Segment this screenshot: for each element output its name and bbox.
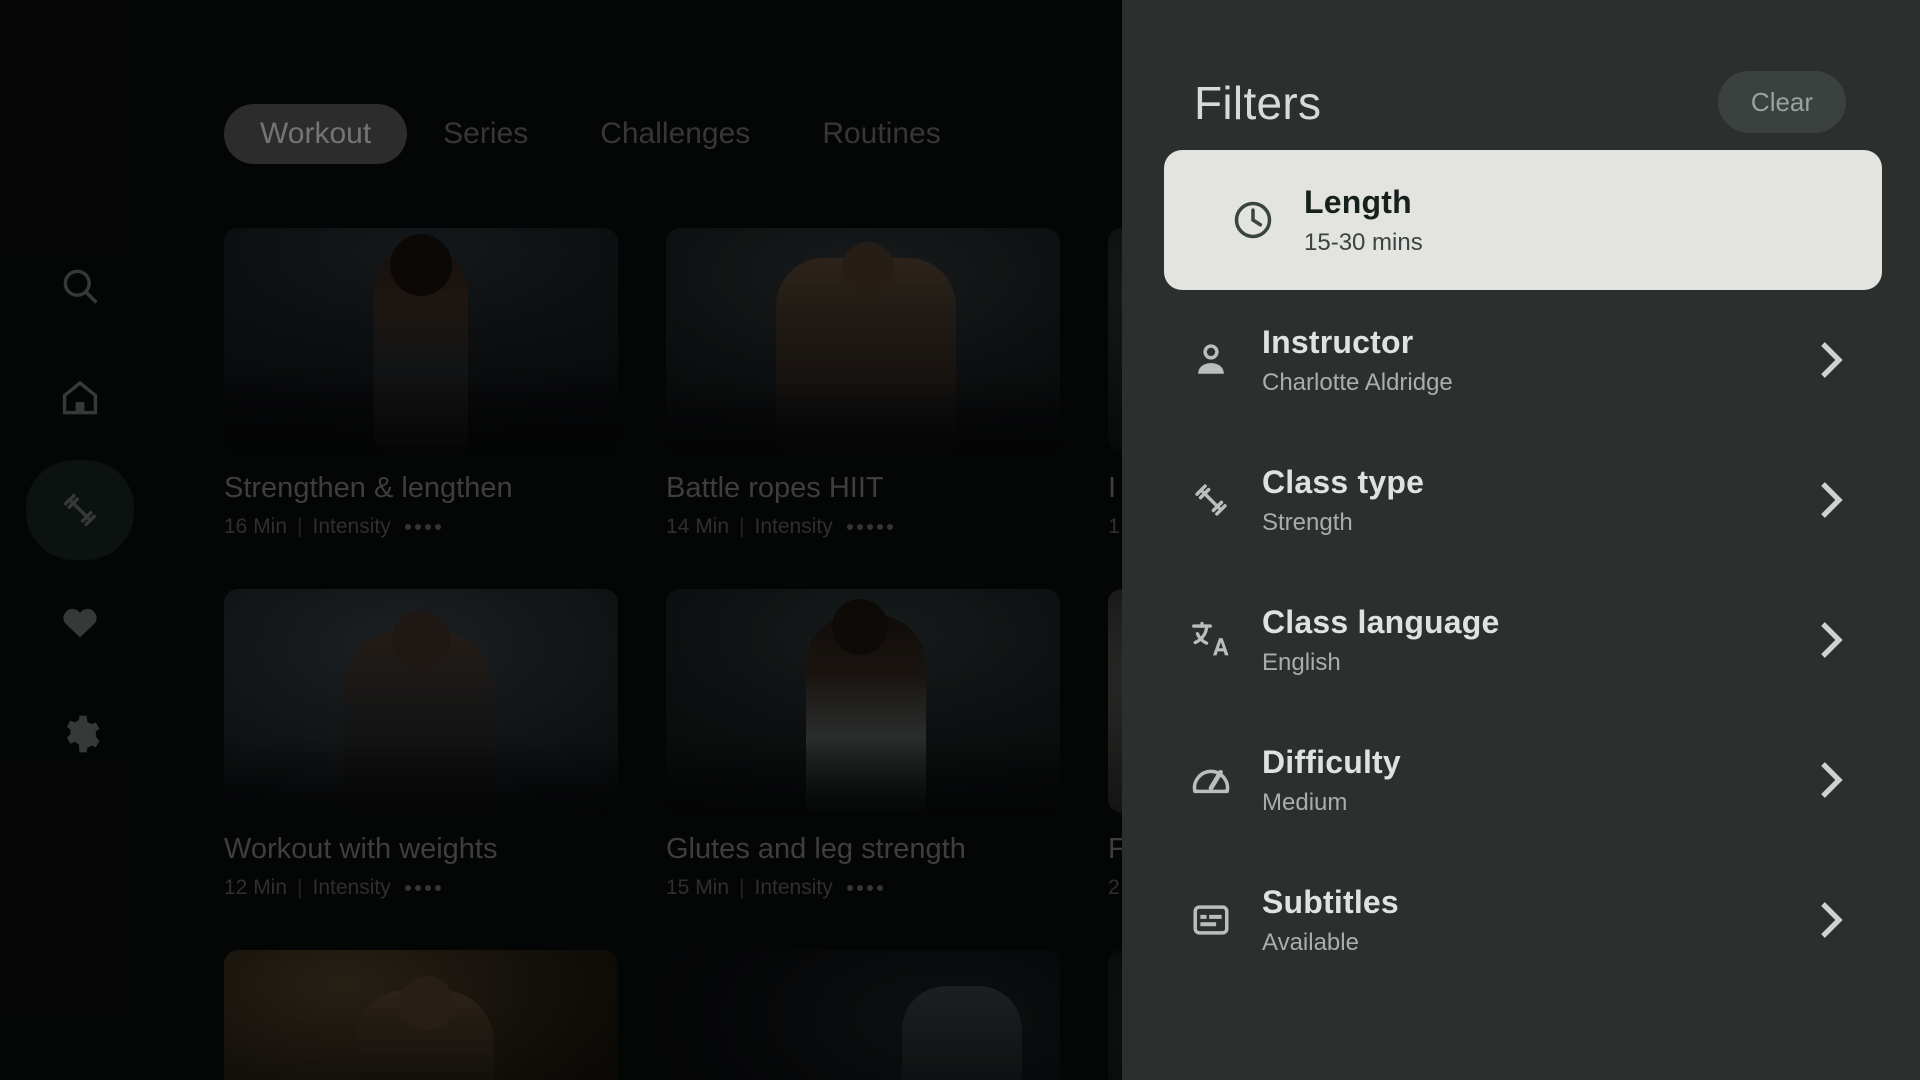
sidebar-item-home[interactable] [26, 344, 134, 452]
translate-icon [1180, 618, 1242, 662]
tab-bar: Workout Series Challenges Routines [224, 104, 977, 164]
meta-separator: | [297, 876, 303, 899]
workout-thumbnail [666, 589, 1060, 813]
chevron-right-icon [1814, 900, 1848, 940]
chevron-right-icon [1814, 620, 1848, 660]
intensity-dots [404, 524, 441, 530]
tab-workout[interactable]: Workout [224, 104, 408, 164]
filter-text: Difficulty Medium [1262, 744, 1814, 817]
filter-row-subtitles[interactable]: Subtitles Available [1122, 850, 1920, 990]
tab-routines[interactable]: Routines [786, 104, 976, 164]
meta-separator: | [739, 876, 745, 899]
clear-button[interactable]: Clear [1718, 71, 1846, 133]
intensity-label: Intensity [754, 515, 833, 538]
intensity-dots [846, 885, 883, 891]
app-root: Workout Series Challenges Routines Stren… [0, 0, 1920, 1080]
workout-duration: 2 [1108, 876, 1120, 899]
filter-row-difficulty[interactable]: Difficulty Medium [1122, 710, 1920, 850]
filter-value: 15-30 mins [1304, 228, 1423, 256]
meta-separator: | [297, 515, 303, 538]
page-title: Filters [1194, 77, 1322, 129]
filter-value: Strength [1262, 508, 1353, 536]
dumbbell-icon [1180, 478, 1242, 522]
workout-title: Glutes and leg strength [666, 833, 966, 865]
workout-card[interactable]: Strengthen & lengthen 16 Min | Intensity [224, 228, 618, 539]
filters-header: Filters Clear [1122, 0, 1920, 170]
sidebar-item-search[interactable] [26, 232, 134, 340]
filter-text: Class type Strength [1262, 464, 1814, 537]
sidebar-item-favourites[interactable] [26, 568, 134, 676]
person-icon [1180, 338, 1242, 382]
sidebar-rail [0, 0, 160, 1080]
filter-row-instructor[interactable]: Instructor Charlotte Aldridge [1122, 290, 1920, 430]
intensity-dots [846, 524, 893, 530]
gear-icon [66, 715, 100, 753]
filter-text: Instructor Charlotte Aldridge [1262, 324, 1814, 397]
filter-value: Medium [1262, 788, 1348, 816]
grid-column-1: Strengthen & lengthen 16 Min | Intensity [224, 228, 618, 1080]
filter-label: Subtitles [1262, 883, 1399, 920]
filter-label: Instructor [1262, 323, 1414, 360]
workout-card[interactable]: Glutes and leg strength 15 Min | Intensi… [666, 589, 1060, 900]
filter-row-length[interactable]: Length 15-30 mins [1164, 150, 1882, 290]
filter-list: Length 15-30 mins Instructor Charlotte A… [1122, 150, 1920, 990]
filter-value: English [1262, 648, 1341, 676]
filter-label: Class language [1262, 603, 1500, 640]
tab-challenges[interactable]: Challenges [564, 104, 786, 164]
chevron-right-icon [1814, 340, 1848, 380]
filter-label: Difficulty [1262, 743, 1401, 780]
workout-meta: 14 Min | Intensity [666, 515, 1060, 539]
workout-meta: 15 Min | Intensity [666, 876, 1060, 900]
heart-icon [63, 608, 97, 638]
filter-value: Charlotte Aldridge [1262, 368, 1453, 396]
sidebar-item-workouts[interactable] [26, 456, 134, 564]
meta-separator: | [739, 515, 745, 538]
search-icon [63, 269, 98, 304]
workout-duration: 15 Min [666, 876, 730, 899]
filter-label: Class type [1262, 463, 1425, 500]
workout-card[interactable]: Battle ropes HIIT 14 Min | Intensity [666, 228, 1060, 539]
filter-row-class-language[interactable]: Class language English [1122, 570, 1920, 710]
workout-thumbnail [666, 950, 1060, 1080]
workout-duration: 1 [1108, 515, 1120, 538]
workout-duration: 16 Min [224, 515, 288, 538]
gauge-icon [1180, 758, 1242, 802]
workout-thumbnail [666, 228, 1060, 452]
workout-duration: 12 Min [224, 876, 288, 899]
filter-text: Length 15-30 mins [1304, 184, 1810, 257]
workout-card[interactable] [666, 950, 1060, 1080]
filter-text: Class language English [1262, 604, 1814, 677]
workout-meta: 12 Min | Intensity [224, 876, 618, 900]
workout-meta: 16 Min | Intensity [224, 515, 618, 539]
intensity-label: Intensity [312, 515, 391, 538]
workout-thumbnail [224, 950, 618, 1080]
intensity-label: Intensity [312, 876, 391, 899]
intensity-label: Intensity [754, 876, 833, 899]
filter-value: Available [1262, 928, 1359, 956]
workout-title: Strengthen & lengthen [224, 472, 513, 504]
intensity-dots [404, 885, 441, 891]
dumbbell-icon [63, 493, 97, 527]
workout-card[interactable]: Workout with weights 12 Min | Intensity [224, 589, 618, 900]
workout-thumbnail [224, 589, 618, 813]
chevron-right-icon [1814, 760, 1848, 800]
clock-icon [1222, 198, 1284, 242]
workout-title: Battle ropes HIIT [666, 472, 884, 504]
chevron-right-icon [1814, 480, 1848, 520]
home-icon [62, 380, 98, 415]
workout-title: Workout with weights [224, 833, 498, 865]
workout-duration: 14 Min [666, 515, 730, 538]
workout-thumbnail [224, 228, 618, 452]
filter-row-class-type[interactable]: Class type Strength [1122, 430, 1920, 570]
grid-column-2: Battle ropes HIIT 14 Min | Intensity Glu… [666, 228, 1060, 1080]
workout-card[interactable] [224, 950, 618, 1080]
sidebar-item-settings[interactable] [26, 680, 134, 788]
filters-panel: Filters Clear Length 15-30 mins Instruct… [1122, 0, 1920, 1080]
filter-label: Length [1304, 183, 1412, 220]
filter-text: Subtitles Available [1262, 884, 1814, 957]
tab-series[interactable]: Series [407, 104, 564, 164]
subtitles-icon [1180, 898, 1242, 942]
